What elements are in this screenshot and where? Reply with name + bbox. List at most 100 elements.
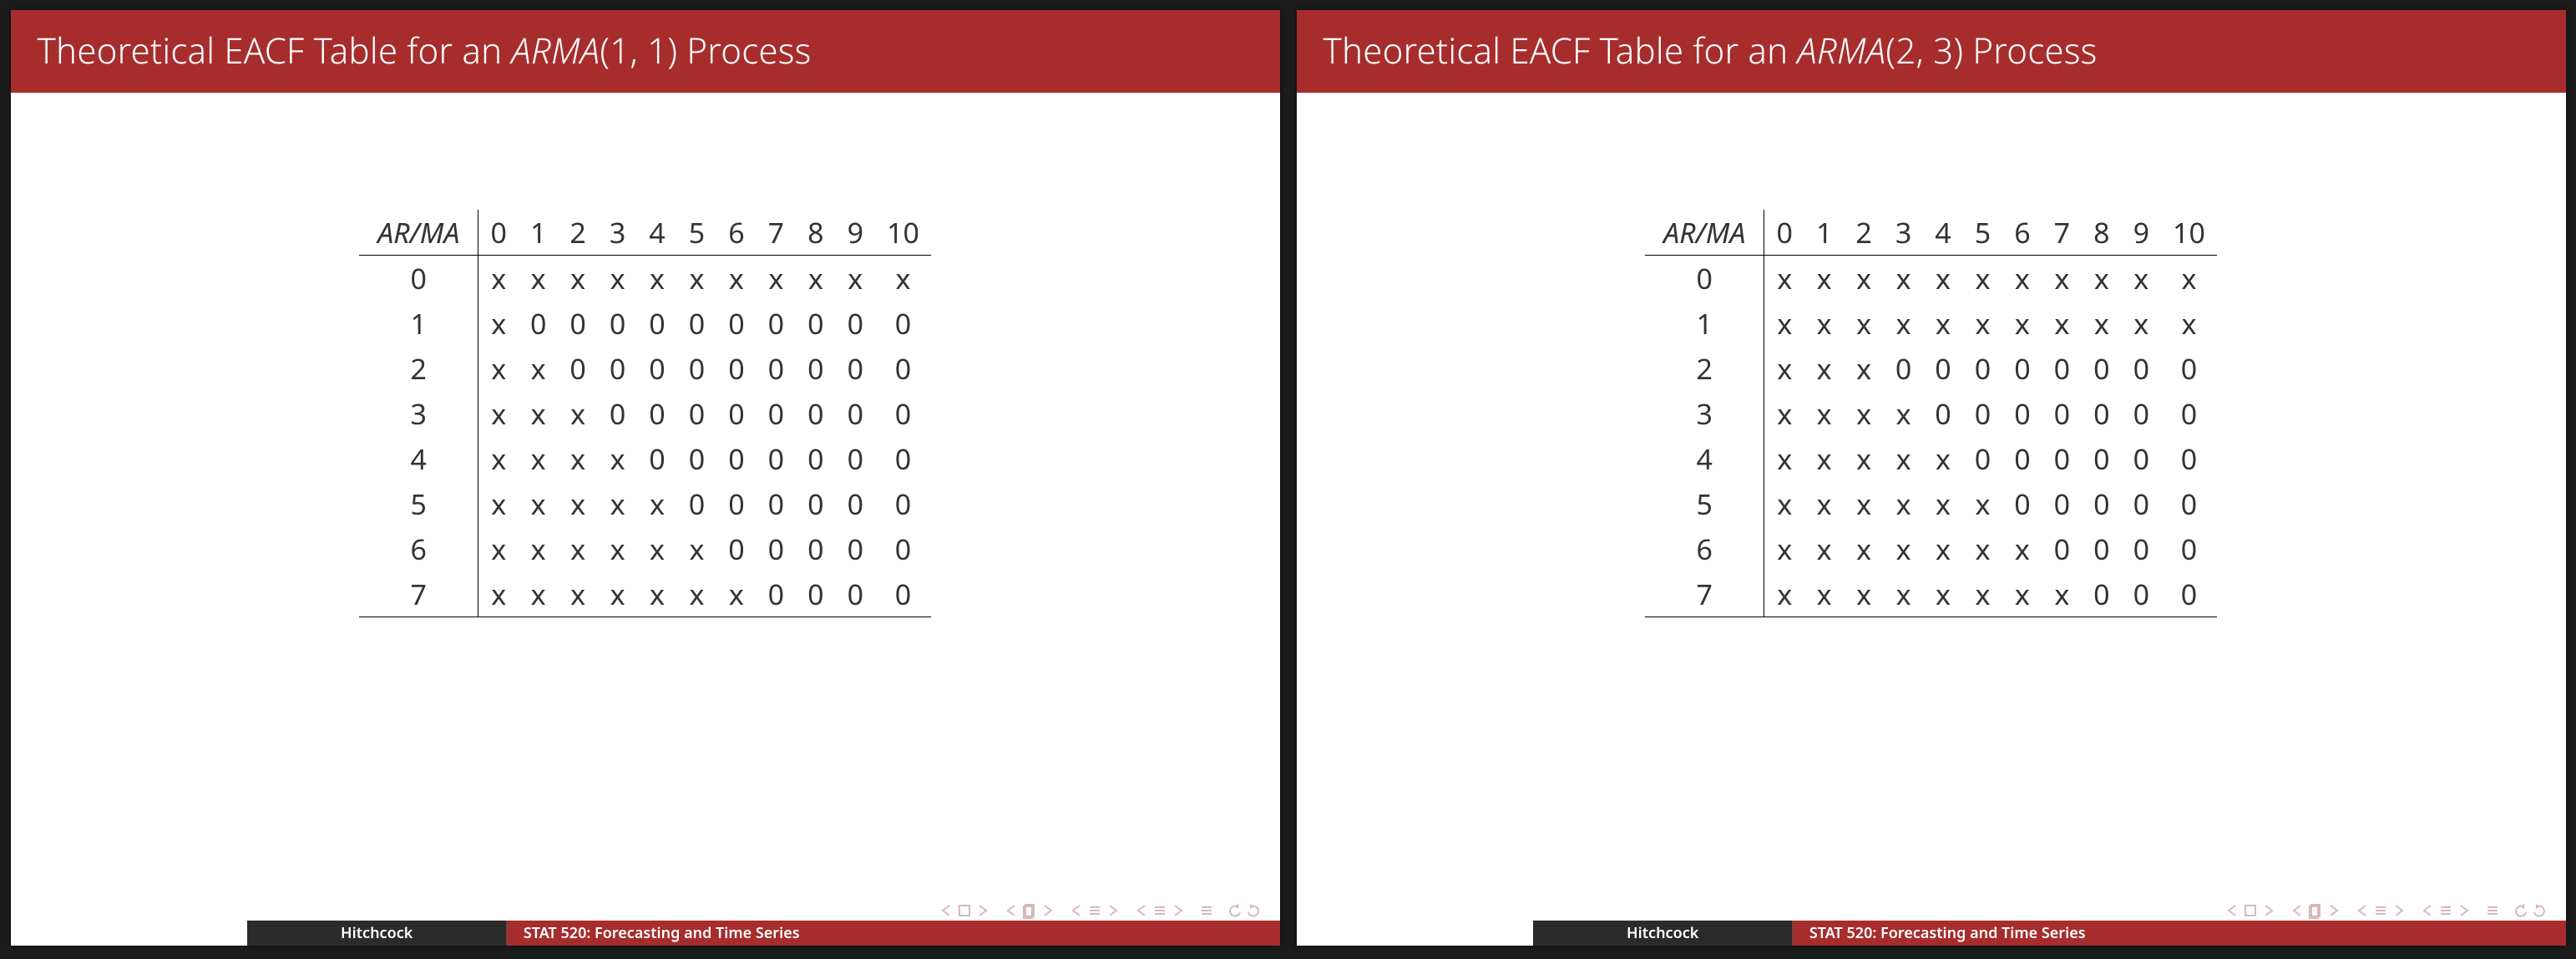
nav-section-group[interactable] <box>1133 902 1187 919</box>
eacf-cell: 0 <box>875 391 931 436</box>
eacf-cell: 0 <box>716 391 756 436</box>
slide-stage: Theoretical EACF Table for an ARMA(1, 1)… <box>0 0 2576 959</box>
eacf-cell: 0 <box>2161 346 2217 391</box>
undo-icon <box>2513 902 2529 919</box>
eacf-ma-header: 9 <box>2122 210 2161 256</box>
eacf-cell: x <box>637 256 676 302</box>
eacf-cell: x <box>757 256 796 302</box>
eacf-cell: x <box>558 256 597 302</box>
table-row: 2xx000000000 <box>359 346 931 391</box>
eacf-cell: 0 <box>836 481 875 526</box>
eacf-cell: 0 <box>598 301 637 346</box>
eacf-cell: x <box>1884 436 1923 481</box>
eacf-cell: 0 <box>598 346 637 391</box>
eacf-cell: x <box>1884 301 1923 346</box>
eacf-cell: x <box>1804 301 1844 346</box>
eacf-cell: x <box>1764 436 1804 481</box>
eacf-cell: 0 <box>637 346 676 391</box>
footer-blank <box>11 921 247 946</box>
eacf-cell: 0 <box>2122 526 2161 571</box>
eacf-cell: 0 <box>875 301 931 346</box>
nav-subsection-group[interactable] <box>2354 902 2407 919</box>
eacf-cell: x <box>1923 301 1962 346</box>
eacf-cell: x <box>1764 346 1804 391</box>
nav-slide-group[interactable] <box>2224 902 2277 919</box>
eacf-cell: x <box>1923 571 1962 617</box>
eacf-ar-label: 4 <box>359 436 478 481</box>
eacf-cell: 0 <box>2161 436 2217 481</box>
eacf-cell: x <box>558 526 597 571</box>
eacf-corner-label: AR/MA <box>1645 210 1764 256</box>
triangle-right-icon <box>2391 902 2407 919</box>
triangle-left-icon <box>2419 902 2436 919</box>
eacf-ar-label: 1 <box>1645 301 1764 346</box>
eacf-ma-header: 2 <box>1844 210 1883 256</box>
eacf-ar-label: 0 <box>359 256 478 302</box>
eacf-corner-label: AR/MA <box>359 210 478 256</box>
eacf-cell: x <box>1963 256 2002 302</box>
eacf-cell: 0 <box>2161 571 2217 617</box>
eacf-ar-label: 6 <box>359 526 478 571</box>
eacf-cell: 0 <box>796 571 835 617</box>
eacf-cell: x <box>1764 526 1804 571</box>
eacf-cell: x <box>1963 526 2002 571</box>
eacf-cell: x <box>1884 256 1923 302</box>
eacf-ma-header: 0 <box>1764 210 1804 256</box>
table-row: 3xxxx0000000 <box>1645 391 2217 436</box>
table-row: 0xxxxxxxxxxx <box>359 256 931 302</box>
eacf-cell: 0 <box>2042 526 2082 571</box>
slide-body: AR/MA0123456789100xxxxxxxxxxx1xxxxxxxxxx… <box>1297 93 2566 921</box>
eacf-cell: 0 <box>558 346 597 391</box>
eacf-cell: x <box>598 526 637 571</box>
eacf-cell: 0 <box>637 436 676 481</box>
nav-bars-extra[interactable] <box>2484 902 2501 919</box>
eacf-cell: x <box>1884 571 1923 617</box>
eacf-cell: 0 <box>875 526 931 571</box>
eacf-cell: 0 <box>637 301 676 346</box>
eacf-cell: 0 <box>757 301 796 346</box>
eacf-cell: x <box>1764 301 1804 346</box>
eacf-cell: x <box>1844 391 1883 436</box>
eacf-table: AR/MA0123456789100xxxxxxxxxxx1xxxxxxxxxx… <box>1645 210 2217 617</box>
eacf-cell: x <box>1923 256 1962 302</box>
eacf-cell: x <box>2082 301 2121 346</box>
eacf-cell: 0 <box>716 481 756 526</box>
eacf-cell: x <box>1963 481 2002 526</box>
eacf-cell: 0 <box>2082 346 2121 391</box>
eacf-cell: 0 <box>796 526 835 571</box>
doc-icon <box>1021 902 1038 919</box>
nav-frame-group[interactable] <box>1003 902 1056 919</box>
eacf-cell: 0 <box>1963 346 2002 391</box>
nav-section-group[interactable] <box>2419 902 2472 919</box>
slide-footer: Hitchcock STAT 520: Forecasting and Time… <box>11 921 1280 946</box>
nav-subsection-group[interactable] <box>1068 902 1121 919</box>
eacf-cell: x <box>519 526 558 571</box>
nav-back-forward[interactable] <box>1227 902 1262 919</box>
bars-icon <box>2437 902 2454 919</box>
nav-frame-group[interactable] <box>2289 902 2342 919</box>
eacf-ma-header: 2 <box>558 210 597 256</box>
eacf-cell: 0 <box>2042 346 2082 391</box>
table-row: 5xxxxx000000 <box>359 481 931 526</box>
eacf-cell: x <box>1844 526 1883 571</box>
eacf-cell: 0 <box>2002 481 2042 526</box>
eacf-ma-header: 1 <box>1804 210 1844 256</box>
nav-bars-extra[interactable] <box>1198 902 1215 919</box>
eacf-cell: 0 <box>836 391 875 436</box>
eacf-cell: 0 <box>1884 346 1923 391</box>
eacf-cell: 0 <box>2161 481 2217 526</box>
eacf-cell: x <box>478 346 519 391</box>
eacf-cell: 0 <box>677 481 716 526</box>
eacf-cell: x <box>1844 301 1883 346</box>
slide-arma-1-1: Theoretical EACF Table for an ARMA(1, 1)… <box>11 10 1280 946</box>
eacf-cell: x <box>1963 301 2002 346</box>
nav-back-forward[interactable] <box>2513 902 2548 919</box>
eacf-cell: x <box>478 481 519 526</box>
triangle-right-icon <box>1040 902 1056 919</box>
eacf-ar-label: 6 <box>1645 526 1764 571</box>
nav-slide-group[interactable] <box>938 902 991 919</box>
eacf-cell: 0 <box>716 436 756 481</box>
square-icon <box>956 902 973 919</box>
eacf-cell: x <box>598 481 637 526</box>
eacf-cell: x <box>1764 391 1804 436</box>
